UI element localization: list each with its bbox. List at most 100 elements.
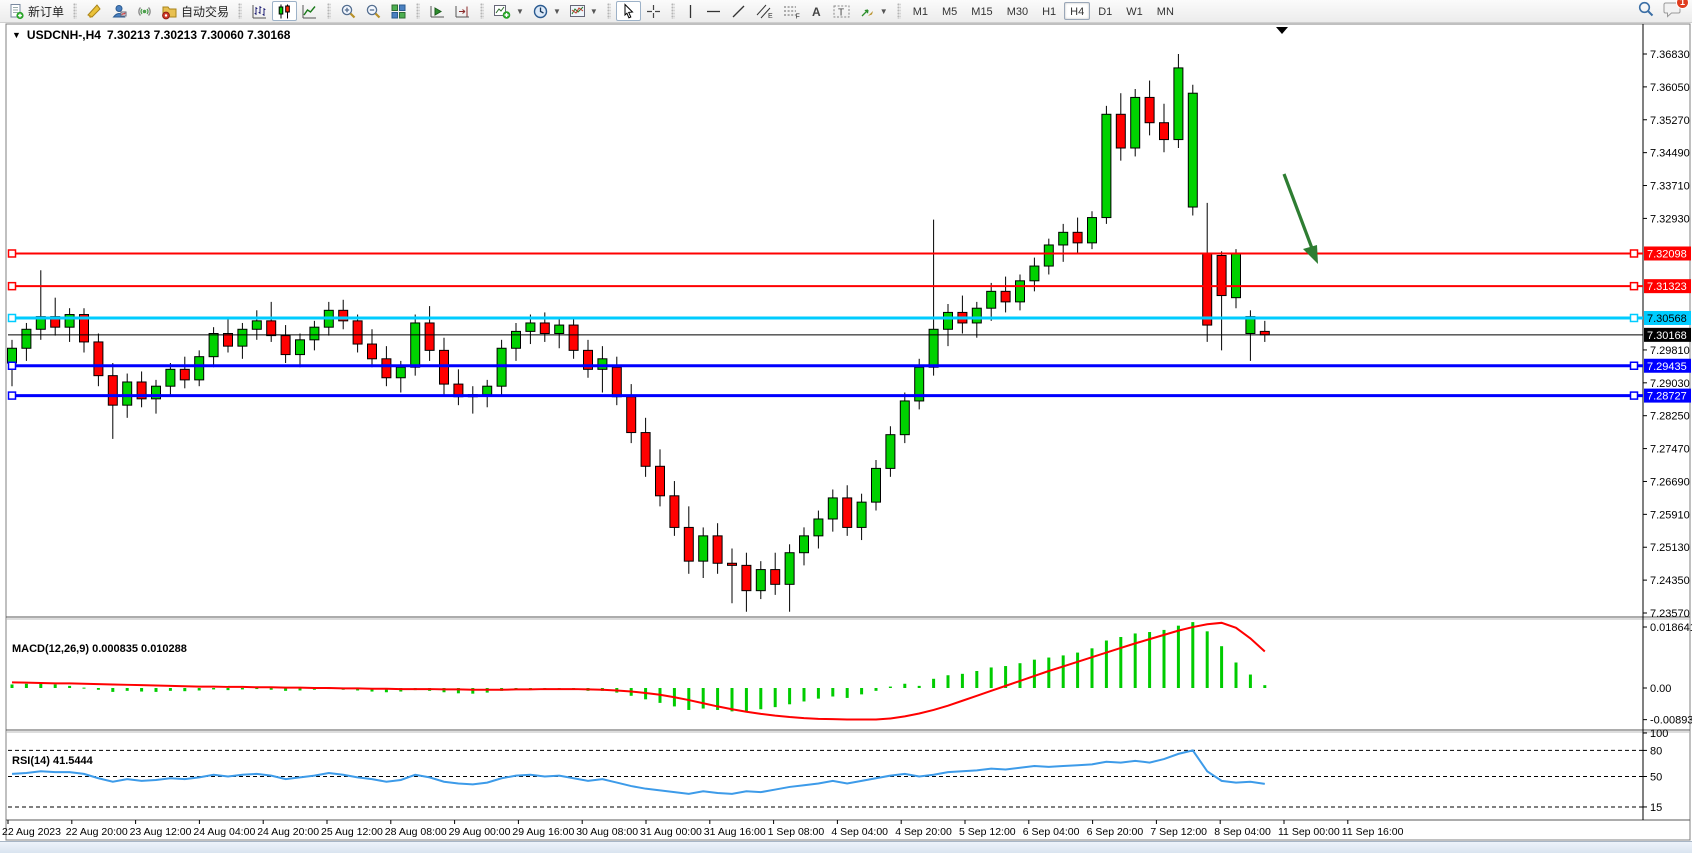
candle — [843, 498, 852, 528]
price-tick-label: 7.29810 — [1650, 345, 1690, 357]
timeframe-d1-button[interactable]: D1 — [1092, 2, 1118, 20]
macd-axis-label: 0.00 — [1650, 683, 1671, 695]
macd-hist-bar — [155, 688, 158, 692]
time-axis-label: 4 Sep 04:00 — [831, 826, 888, 838]
time-axis-label: 4 Sep 20:00 — [895, 826, 952, 838]
time-axis-label: 6 Sep 20:00 — [1087, 826, 1144, 838]
timeframe-m5-button[interactable]: M5 — [936, 2, 963, 20]
rsi-axis-label: 100 — [1650, 728, 1668, 740]
chart-area[interactable]: 7.368307.360507.352707.344907.337107.329… — [0, 23, 1692, 842]
tile-windows-button[interactable] — [386, 1, 411, 21]
price-line-badge-label: 7.30168 — [1647, 330, 1687, 342]
fibonacci-tool-button[interactable]: F — [778, 1, 805, 21]
candle — [828, 498, 837, 519]
time-axis-label: 5 Sep 12:00 — [959, 826, 1016, 838]
macd-hist-bar — [759, 688, 762, 709]
chart-canvas[interactable]: 7.368307.360507.352707.344907.337107.329… — [0, 23, 1692, 842]
macd-hist-bar — [745, 688, 748, 712]
candle — [1160, 123, 1169, 140]
auto-trading-button[interactable]: 自动交易 — [157, 1, 233, 21]
candle — [756, 570, 765, 591]
cursor-tool-button[interactable] — [616, 1, 641, 21]
timeframe-mn-button[interactable]: MN — [1151, 2, 1180, 20]
time-axis-label: 24 Aug 04:00 — [193, 826, 255, 838]
macd-hist-bar — [1249, 675, 1252, 688]
profile-button[interactable] — [107, 1, 132, 21]
horizontal-line-tool-button[interactable] — [701, 1, 726, 21]
chart-shift-button[interactable] — [450, 1, 475, 21]
macd-hist-bar — [183, 688, 186, 691]
price-tick-label: 7.36050 — [1650, 82, 1690, 94]
macd-hist-bar — [25, 684, 28, 688]
candle — [1260, 331, 1269, 334]
template-icon — [569, 3, 586, 20]
crosshair-tool-button[interactable] — [641, 1, 666, 21]
price-tick-label: 7.25130 — [1650, 542, 1690, 554]
candle — [353, 321, 362, 344]
candle — [8, 348, 17, 363]
candle — [483, 386, 492, 394]
new-order-button[interactable]: 新订单 — [4, 1, 68, 21]
timeframe-m30-button[interactable]: M30 — [1001, 2, 1034, 20]
cursor-icon — [620, 3, 637, 20]
profile-icon — [111, 3, 128, 20]
candle — [771, 570, 780, 585]
price-tick-label: 7.25910 — [1650, 509, 1690, 521]
zoom-in-button[interactable] — [336, 1, 361, 21]
collapse-panel-icon[interactable]: ▼ — [12, 30, 21, 40]
macd-hist-bar — [990, 667, 993, 688]
macd-hist-bar — [97, 688, 100, 690]
search-icon[interactable] — [1637, 0, 1655, 23]
vertical-line-tool-button[interactable] — [680, 1, 701, 21]
macd-hist-bar — [68, 686, 71, 688]
bar-chart-button[interactable] — [247, 1, 272, 21]
time-axis-label: 7 Sep 12:00 — [1150, 826, 1207, 838]
rsi-axis-label: 80 — [1650, 745, 1662, 757]
macd-hist-bar — [1119, 637, 1122, 688]
timeframe-m1-button[interactable]: M1 — [907, 2, 934, 20]
macd-hist-bar — [1062, 655, 1065, 688]
candle — [612, 367, 621, 397]
candle — [281, 336, 290, 355]
trendline-tool-button[interactable] — [726, 1, 751, 21]
chat-button[interactable]: 1 — [1663, 0, 1682, 23]
signal-button[interactable] — [132, 1, 157, 21]
time-axis-label: 31 Aug 00:00 — [640, 826, 702, 838]
toolbar-grip — [327, 3, 331, 19]
status-bar — [0, 841, 1692, 853]
macd-hist-bar — [903, 684, 906, 688]
candle — [699, 536, 708, 561]
macd-hist-bar — [1177, 626, 1180, 688]
candle — [1059, 232, 1068, 245]
candle — [1188, 93, 1197, 207]
label-tool-button[interactable]: T — [828, 1, 855, 21]
timeframe-w1-button[interactable]: W1 — [1120, 2, 1149, 20]
auto-scroll-icon — [429, 3, 446, 20]
channel-tool-button[interactable]: E — [751, 1, 778, 21]
line-chart-button[interactable] — [297, 1, 322, 21]
new-order-icon — [8, 3, 25, 20]
candle — [886, 435, 895, 469]
macd-axis-label: 0.018641 — [1650, 622, 1692, 634]
auto-scroll-button[interactable] — [425, 1, 450, 21]
candle — [296, 340, 305, 355]
arrows-tool-button[interactable]: ▼ — [855, 1, 892, 21]
price-tick-label: 7.33710 — [1650, 181, 1690, 193]
candle — [728, 563, 737, 565]
timeframe-m15-button[interactable]: M15 — [965, 2, 998, 20]
time-axis-label: 24 Aug 20:00 — [257, 826, 319, 838]
templates-button[interactable]: ▼ — [565, 1, 602, 21]
toolbar-grip — [73, 3, 77, 19]
text-tool-button[interactable]: A — [805, 1, 828, 21]
candlestick-chart-button[interactable] — [272, 1, 297, 21]
toolbar-grip — [897, 3, 901, 19]
time-axis-label: 30 Aug 08:00 — [576, 826, 638, 838]
periods-button[interactable]: ▼ — [528, 1, 565, 21]
zoom-out-button[interactable] — [361, 1, 386, 21]
macd-hist-bar — [1206, 631, 1209, 688]
quotes-button[interactable] — [82, 1, 107, 21]
svg-text:A: A — [812, 5, 821, 19]
timeframe-h1-button[interactable]: H1 — [1036, 2, 1062, 20]
indicators-button[interactable]: ▼ — [489, 1, 528, 21]
timeframe-h4-button[interactable]: H4 — [1064, 2, 1090, 20]
